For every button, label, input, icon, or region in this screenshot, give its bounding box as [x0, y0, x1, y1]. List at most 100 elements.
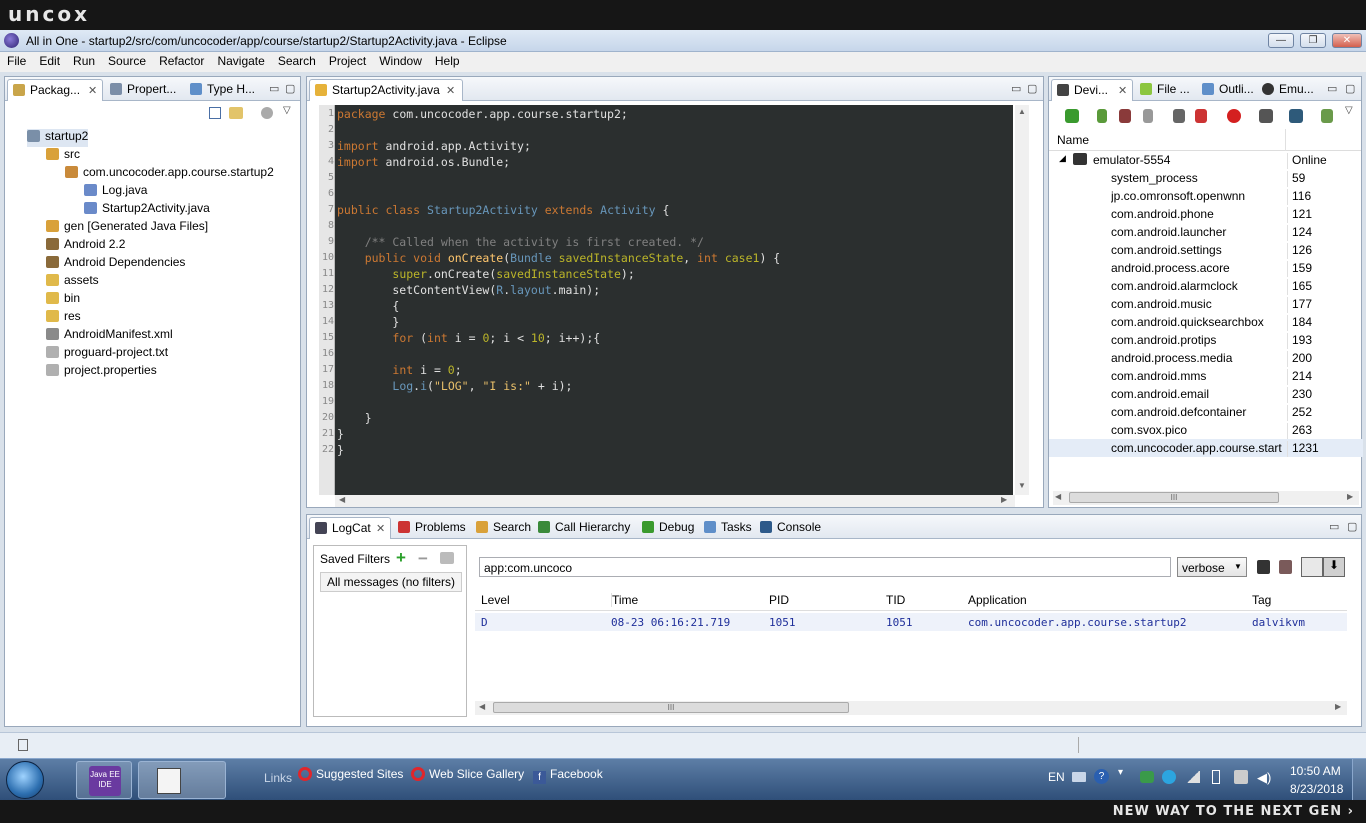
remove-filter-icon[interactable]: −: [418, 549, 428, 569]
process-row[interactable]: com.uncocoder.app.course.start 1231: [1049, 439, 1363, 457]
tab-type-hierarchy[interactable]: Type H...: [185, 79, 259, 101]
tab-debug[interactable]: Debug: [637, 517, 699, 539]
scroll-up-icon[interactable]: ▲: [1018, 107, 1026, 116]
menu-help[interactable]: Help: [428, 52, 466, 68]
column-tid[interactable]: TID: [886, 593, 905, 607]
save-log-icon[interactable]: [1257, 560, 1270, 574]
close-icon[interactable]: ✕: [88, 84, 97, 97]
close-icon[interactable]: ✕: [446, 84, 455, 97]
minimize-view-icon[interactable]: ▭: [1327, 82, 1337, 95]
process-row[interactable]: com.android.defcontainer 252: [1049, 403, 1363, 421]
menu-file[interactable]: File: [0, 52, 32, 68]
editor-vertical-scrollbar[interactable]: ▲ ▼: [1015, 105, 1029, 495]
emulator-row[interactable]: ◢ emulator-5554 Online: [1049, 151, 1363, 169]
menu-navigate[interactable]: Navigate: [210, 52, 270, 68]
stop-process-icon[interactable]: [1227, 109, 1241, 123]
debug-bug-icon[interactable]: [1065, 109, 1079, 123]
process-row[interactable]: com.android.quicksearchbox 184: [1049, 313, 1363, 331]
tab-properties[interactable]: Propert...: [105, 79, 183, 101]
tree-item[interactable]: res: [46, 309, 81, 327]
editor-horizontal-scrollbar[interactable]: ◀ ▶: [335, 495, 1015, 507]
tab-emulator-control[interactable]: Emu...: [1257, 79, 1317, 101]
facebook-link[interactable]: f Facebook: [533, 767, 603, 784]
maximize-view-icon[interactable]: ▢: [285, 82, 295, 95]
process-row[interactable]: android.process.media 200: [1049, 349, 1363, 367]
screen-capture-icon[interactable]: [1259, 109, 1273, 123]
process-row[interactable]: system_process 59: [1049, 169, 1363, 187]
tab-devices[interactable]: Devi... ✕: [1051, 79, 1133, 101]
edit-filter-icon[interactable]: [440, 552, 454, 564]
tab-call-hierarchy[interactable]: Call Hierarchy: [533, 517, 637, 539]
maximize-view-icon[interactable]: ▢: [1345, 82, 1355, 95]
scroll-down-icon[interactable]: ▼: [1018, 481, 1026, 490]
focus-icon[interactable]: [261, 107, 273, 119]
column-status[interactable]: [1285, 129, 1286, 151]
tree-item[interactable]: startup2: [27, 129, 89, 147]
column-pid[interactable]: PID: [769, 593, 789, 607]
filter-item[interactable]: All messages (no filters): [320, 572, 463, 592]
process-row[interactable]: jp.co.omronsoft.openwnn 116: [1049, 187, 1363, 205]
scroll-right-icon[interactable]: ▶: [1001, 495, 1007, 504]
link-editor-icon[interactable]: [229, 107, 243, 119]
volume-icon[interactable]: ◀): [1257, 770, 1271, 786]
scroll-left-icon[interactable]: ◀: [1055, 492, 1061, 501]
tree-item[interactable]: Log.java: [84, 183, 147, 201]
show-desktop-button[interactable]: [1352, 759, 1366, 800]
tree-item[interactable]: assets: [46, 273, 99, 291]
process-row[interactable]: com.android.mms 214: [1049, 367, 1363, 385]
column-application[interactable]: Application: [968, 593, 1027, 607]
tree-item[interactable]: Android 2.2: [46, 237, 125, 255]
level-select[interactable]: verbose ▼: [1177, 557, 1247, 577]
tree-item[interactable]: gen [Generated Java Files]: [46, 219, 208, 237]
menu-window[interactable]: Window: [372, 52, 428, 68]
web-slice-gallery-link[interactable]: Web Slice Gallery: [411, 767, 524, 781]
tree-item[interactable]: src: [46, 147, 80, 165]
tree-item[interactable]: proguard-project.txt: [46, 345, 168, 363]
tree-item[interactable]: AndroidManifest.xml: [46, 327, 173, 345]
menu-search[interactable]: Search: [271, 52, 322, 68]
devices-horizontal-scrollbar[interactable]: ◀ III ▶: [1053, 491, 1359, 505]
tree-item[interactable]: bin: [46, 291, 80, 309]
process-row[interactable]: com.android.launcher 124: [1049, 223, 1363, 241]
help-icon[interactable]: ?: [1094, 769, 1109, 784]
minimize-button[interactable]: —: [1268, 33, 1294, 48]
process-row[interactable]: com.android.music 177: [1049, 295, 1363, 313]
tab-console[interactable]: Console: [755, 517, 827, 539]
update-heap-icon[interactable]: [1097, 109, 1107, 123]
menu-source[interactable]: Source: [101, 52, 152, 68]
process-row[interactable]: com.android.alarmclock 165: [1049, 277, 1363, 295]
toggle-filters-icon[interactable]: [1301, 557, 1323, 577]
menu-refactor[interactable]: Refactor: [152, 52, 210, 68]
process-row[interactable]: com.android.email 230: [1049, 385, 1363, 403]
minimize-view-icon[interactable]: ▭: [1011, 82, 1021, 95]
close-icon[interactable]: ✕: [1118, 84, 1127, 97]
expand-arrow-icon[interactable]: ◢: [1059, 153, 1066, 164]
tab-outline[interactable]: Outli...: [1197, 79, 1257, 101]
update-threads-icon[interactable]: [1173, 109, 1185, 123]
menu-run[interactable]: Run: [66, 52, 101, 68]
logcat-search-input[interactable]: app:com.uncoco: [479, 557, 1171, 577]
tab-logcat[interactable]: LogCat ✕: [309, 517, 391, 539]
gc-icon[interactable]: [1143, 109, 1153, 123]
tree-item[interactable]: Startup2Activity.java: [84, 201, 210, 219]
minimize-view-icon[interactable]: ▭: [1329, 520, 1339, 533]
method-profiling-icon[interactable]: [1195, 109, 1207, 123]
tab-tasks[interactable]: Tasks: [699, 517, 755, 539]
clear-log-icon[interactable]: [1279, 560, 1292, 574]
scroll-right-icon[interactable]: ▶: [1347, 492, 1353, 501]
view-menu-icon[interactable]: ▽: [283, 105, 291, 116]
code-editor[interactable]: 1 2 3 4 5 6 7 8 9 10 11 12 13 14 15 16 17 18 19 20 21 22 pack…: [319, 105, 1013, 495]
menu-project[interactable]: Project: [322, 52, 372, 68]
table-row[interactable]: D 08-23 06:16:21.719 1051 1051 com.uncoc…: [475, 613, 1347, 631]
process-row[interactable]: com.android.protips 193: [1049, 331, 1363, 349]
dump-view-icon[interactable]: [1289, 109, 1303, 123]
column-level[interactable]: Level: [481, 593, 510, 607]
start-button[interactable]: [6, 761, 44, 799]
process-row[interactable]: android.process.acore 159: [1049, 259, 1363, 277]
tray-options-icon[interactable]: ▾: [1118, 767, 1123, 778]
tray-app-icon[interactable]: [1140, 771, 1154, 783]
tab-problems[interactable]: Problems: [393, 517, 469, 539]
process-row[interactable]: com.svox.pico 263: [1049, 421, 1363, 439]
column-time[interactable]: Time: [611, 593, 638, 607]
tree-item[interactable]: project.properties: [46, 363, 157, 381]
